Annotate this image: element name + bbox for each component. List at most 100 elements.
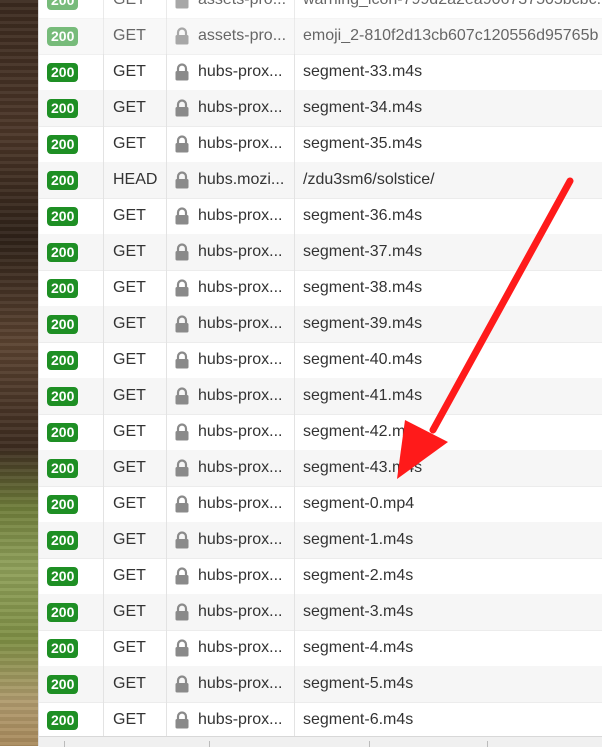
file-text: segment-4.m4s bbox=[303, 639, 414, 656]
file-text: segment-38.m4s bbox=[303, 279, 423, 296]
status-cell: 200 bbox=[39, 666, 104, 702]
status-badge: 200 bbox=[47, 314, 79, 334]
status-cell: 200 bbox=[39, 450, 104, 486]
lock-icon bbox=[174, 63, 190, 81]
footer-divider bbox=[487, 741, 488, 747]
request-row[interactable]: 200 GET hubs-prox... segment-42.m4s bbox=[39, 414, 602, 451]
status-badge: 200 bbox=[47, 62, 79, 82]
status-badge: 200 bbox=[47, 134, 79, 154]
domain-text: hubs-prox... bbox=[198, 423, 283, 440]
method-cell: GET bbox=[104, 234, 167, 270]
request-row[interactable]: 200 GET hubs-prox... segment-37.m4s bbox=[39, 234, 602, 271]
file-cell: segment-34.m4s bbox=[295, 90, 602, 126]
file-cell: emoji_2-810f2d13cb607c120556d95765b bbox=[295, 18, 602, 54]
network-request-table: 200 GET assets-pro... warning_icon-799d2a2e… bbox=[38, 0, 602, 747]
domain-text: hubs-prox... bbox=[198, 495, 283, 512]
request-row[interactable]: 200 GET hubs-prox... segment-3.m4s bbox=[39, 594, 602, 631]
domain-cell: hubs-prox... bbox=[167, 54, 295, 90]
domain-text: hubs-prox... bbox=[198, 63, 283, 80]
domain-text: hubs.mozi... bbox=[198, 171, 285, 188]
domain-text: hubs-prox... bbox=[198, 315, 283, 332]
domain-text: hubs-prox... bbox=[198, 603, 283, 620]
request-row[interactable]: 200 GET assets-pro... warning_icon-799d2a2e… bbox=[39, 0, 602, 19]
request-row[interactable]: 200 GET assets-pro... emoji_2-810f2d13cb607… bbox=[39, 18, 602, 55]
request-row[interactable]: 200 GET hubs-prox... segment-4.m4s bbox=[39, 630, 602, 667]
request-row[interactable]: 200 GET hubs-prox... segment-39.m4s bbox=[39, 306, 602, 343]
lock-icon bbox=[174, 423, 190, 441]
lock-icon bbox=[174, 603, 190, 621]
domain-cell: assets-pro... bbox=[167, 18, 295, 54]
domain-text: hubs-prox... bbox=[198, 639, 283, 656]
request-row[interactable]: 200 GET hubs-prox... segment-36.m4s bbox=[39, 198, 602, 235]
file-text: segment-6.m4s bbox=[303, 711, 414, 728]
domain-text: hubs-prox... bbox=[198, 135, 283, 152]
status-cell: 200 bbox=[39, 702, 104, 738]
file-text: segment-0.mp4 bbox=[303, 495, 415, 512]
file-cell: segment-4.m4s bbox=[295, 630, 602, 666]
method-cell: GET bbox=[104, 594, 167, 630]
request-row[interactable]: 200 GET hubs-prox... segment-38.m4s bbox=[39, 270, 602, 307]
domain-cell: hubs-prox... bbox=[167, 702, 295, 738]
status-cell: 200 bbox=[39, 162, 104, 198]
file-text: segment-40.m4s bbox=[303, 351, 423, 368]
method-cell: GET bbox=[104, 414, 167, 450]
domain-cell: hubs.mozi... bbox=[167, 162, 295, 198]
request-row[interactable]: 200 GET hubs-prox... segment-34.m4s bbox=[39, 90, 602, 127]
request-row[interactable]: 200 GET hubs-prox... segment-40.m4s bbox=[39, 342, 602, 379]
status-cell: 200 bbox=[39, 306, 104, 342]
method-cell: GET bbox=[104, 18, 167, 54]
lock-icon bbox=[174, 279, 190, 297]
domain-text: hubs-prox... bbox=[198, 567, 283, 584]
lock-icon bbox=[174, 495, 190, 513]
domain-text: hubs-prox... bbox=[198, 351, 283, 368]
file-text: segment-5.m4s bbox=[303, 675, 414, 692]
domain-cell: hubs-prox... bbox=[167, 234, 295, 270]
file-cell: warning_icon-799d2a2ea906737505bcbc... bbox=[295, 0, 602, 18]
domain-cell: hubs-prox... bbox=[167, 594, 295, 630]
request-row[interactable]: 200 GET hubs-prox... segment-0.mp4 bbox=[39, 486, 602, 523]
file-cell: segment-37.m4s bbox=[295, 234, 602, 270]
domain-cell: hubs-prox... bbox=[167, 306, 295, 342]
request-row[interactable]: 200 GET hubs-prox... segment-2.m4s bbox=[39, 558, 602, 595]
file-text: segment-35.m4s bbox=[303, 135, 423, 152]
request-row[interactable]: 200 GET hubs-prox... segment-43.m4s bbox=[39, 450, 602, 487]
method-cell: GET bbox=[104, 126, 167, 162]
status-cell: 200 bbox=[39, 54, 104, 90]
lock-icon bbox=[174, 675, 190, 693]
request-row[interactable]: 200 GET hubs-prox... segment-33.m4s bbox=[39, 54, 602, 91]
request-row[interactable]: 200 GET hubs-prox... segment-6.m4s bbox=[39, 702, 602, 739]
request-row[interactable]: 200 GET hubs-prox... segment-35.m4s bbox=[39, 126, 602, 163]
file-cell: segment-1.m4s bbox=[295, 522, 602, 558]
status-cell: 200 bbox=[39, 0, 104, 18]
file-cell: segment-33.m4s bbox=[295, 54, 602, 90]
file-cell: segment-36.m4s bbox=[295, 198, 602, 234]
request-row[interactable]: 200 GET hubs-prox... segment-41.m4s bbox=[39, 378, 602, 415]
file-cell: segment-5.m4s bbox=[295, 666, 602, 702]
lock-icon bbox=[174, 315, 190, 333]
domain-text: hubs-prox... bbox=[198, 243, 283, 260]
request-row[interactable]: 200 HEAD hubs.mozi... /zdu3sm6/solstice/ bbox=[39, 162, 602, 199]
method-cell: GET bbox=[104, 630, 167, 666]
domain-cell: hubs-prox... bbox=[167, 666, 295, 702]
status-cell: 200 bbox=[39, 486, 104, 522]
status-badge: 200 bbox=[47, 170, 79, 190]
method-cell: GET bbox=[104, 270, 167, 306]
method-cell: GET bbox=[104, 702, 167, 738]
file-cell: segment-39.m4s bbox=[295, 306, 602, 342]
domain-text: hubs-prox... bbox=[198, 675, 283, 692]
domain-cell: hubs-prox... bbox=[167, 342, 295, 378]
lock-icon bbox=[174, 639, 190, 657]
status-cell: 200 bbox=[39, 234, 104, 270]
status-cell: 200 bbox=[39, 198, 104, 234]
status-badge: 200 bbox=[47, 98, 79, 118]
request-row[interactable]: 200 GET hubs-prox... segment-1.m4s bbox=[39, 522, 602, 559]
desktop-background bbox=[0, 0, 38, 746]
domain-text: hubs-prox... bbox=[198, 99, 283, 116]
file-text: segment-34.m4s bbox=[303, 99, 423, 116]
status-cell: 200 bbox=[39, 342, 104, 378]
request-row[interactable]: 200 GET hubs-prox... segment-5.m4s bbox=[39, 666, 602, 703]
lock-icon bbox=[174, 711, 190, 729]
method-cell: GET bbox=[104, 306, 167, 342]
status-cell: 200 bbox=[39, 414, 104, 450]
status-badge: 200 bbox=[47, 0, 79, 10]
